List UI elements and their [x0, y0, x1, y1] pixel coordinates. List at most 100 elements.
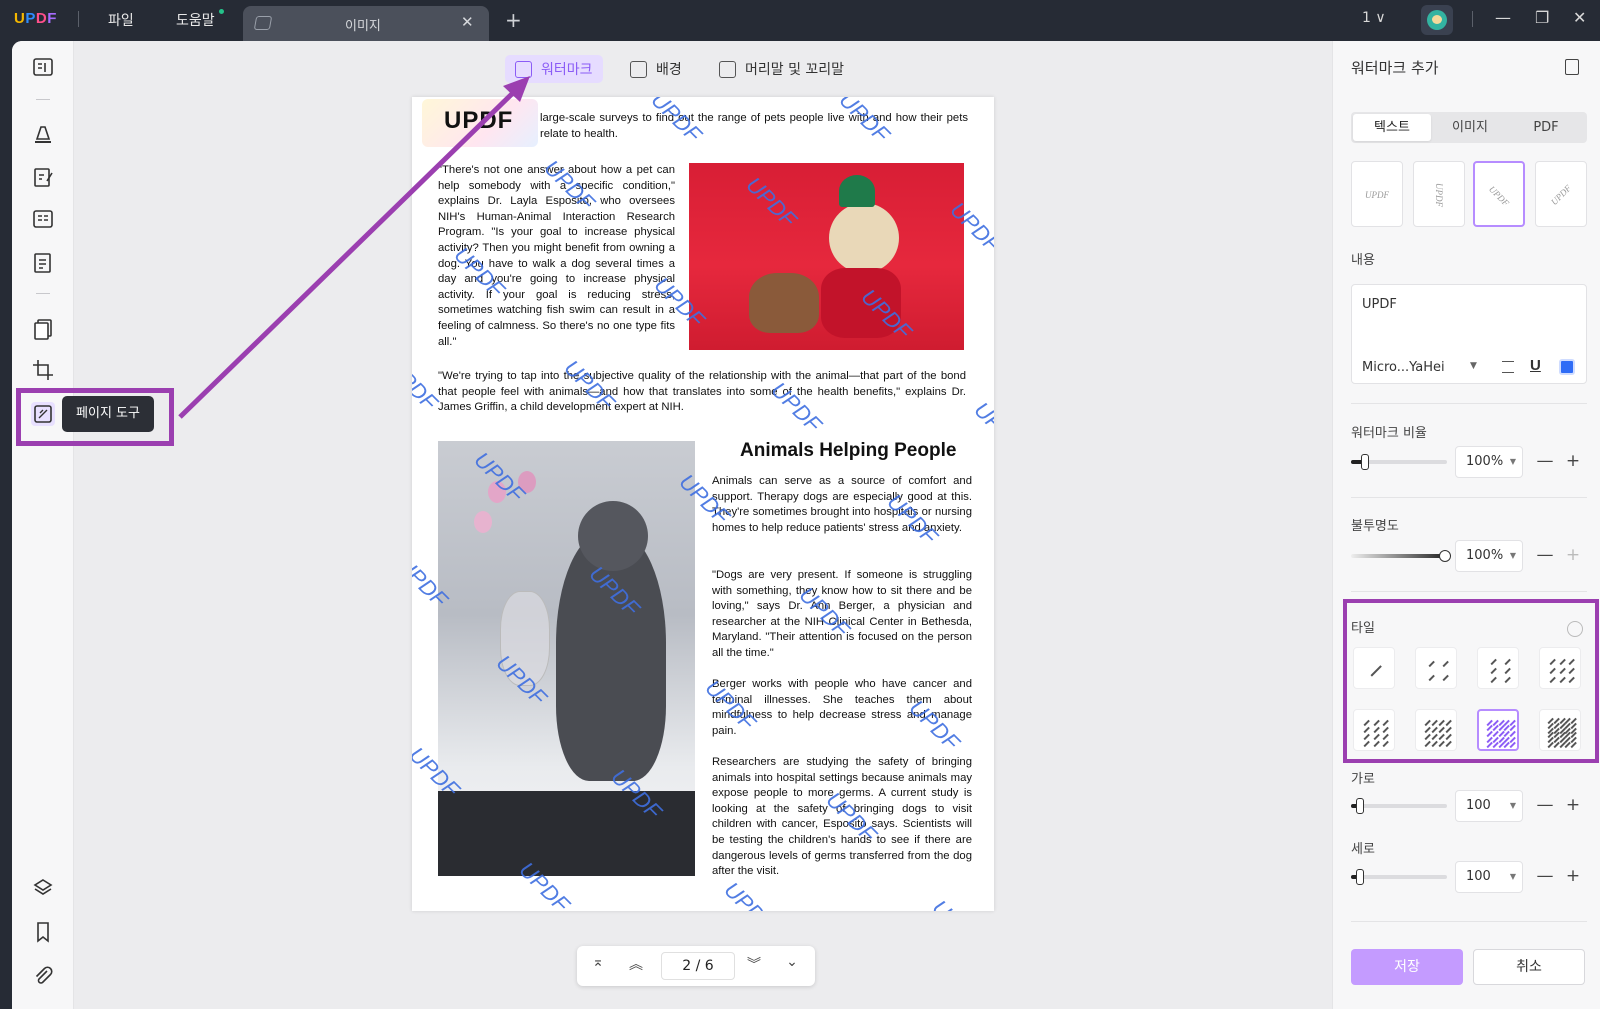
export-icon[interactable] — [1565, 59, 1579, 75]
horizontal-slider[interactable] — [1351, 798, 1447, 814]
slider-knob[interactable] — [1355, 798, 1364, 814]
ratio-label: 워터마크 비율 — [1351, 426, 1427, 441]
menu-help[interactable]: 도움말 — [176, 10, 215, 30]
tab-image[interactable]: 이미지 — [1431, 114, 1509, 141]
opacity-slider[interactable] — [1351, 550, 1451, 562]
header-footer-icon — [719, 60, 736, 78]
align-icon[interactable] — [1502, 361, 1514, 373]
tile-mark — [1558, 667, 1566, 674]
underline-icon[interactable]: U — [1530, 357, 1541, 374]
crop-icon[interactable] — [31, 358, 55, 382]
tile-mark — [1438, 719, 1445, 726]
tab-pdf[interactable]: PDF — [1507, 114, 1585, 141]
tile-mark — [1503, 658, 1511, 665]
comment-icon[interactable] — [31, 121, 55, 145]
organize-pages-icon[interactable] — [31, 317, 55, 341]
tile-option[interactable] — [1415, 709, 1457, 751]
tile-mark — [1382, 733, 1389, 740]
new-tab-button[interactable]: + — [505, 8, 522, 32]
close-icon[interactable]: ✕ — [1573, 8, 1586, 27]
minimize-icon[interactable]: — — [1495, 8, 1511, 27]
tile-mark — [1445, 740, 1452, 747]
tab-watermark[interactable]: 워터마크 — [505, 55, 603, 83]
reader-icon[interactable] — [31, 55, 55, 79]
color-picker[interactable] — [1559, 359, 1575, 375]
tile-mark — [1489, 667, 1497, 674]
tab-text[interactable]: 텍스트 — [1353, 114, 1431, 141]
watermark-toolbar: 워터마크 배경 머리말 및 꼬리말 — [74, 53, 1332, 85]
document-tab[interactable]: 이미지 ✕ — [243, 6, 489, 42]
slider-knob[interactable] — [1355, 869, 1364, 885]
restore-icon[interactable]: ❐ — [1535, 8, 1549, 27]
horizontal-minus-button[interactable]: — — [1531, 790, 1559, 822]
ratio-minus-button[interactable]: — — [1531, 446, 1559, 478]
tile-option[interactable] — [1539, 709, 1581, 751]
tile-option[interactable] — [1539, 647, 1581, 689]
content-input[interactable]: UPDF Micro...YaHei ▼ U — [1351, 284, 1587, 384]
cancel-button[interactable]: 취소 — [1473, 949, 1585, 985]
horizontal-plus-button[interactable]: + — [1559, 790, 1587, 822]
font-select[interactable]: Micro...YaHei — [1362, 360, 1445, 375]
edit-icon[interactable] — [31, 165, 55, 189]
menu-file[interactable]: 파일 — [108, 10, 134, 30]
vertical-slider[interactable] — [1351, 869, 1447, 885]
bookmark-icon[interactable] — [31, 920, 55, 944]
divider — [1351, 497, 1587, 498]
tile-mark — [1431, 719, 1438, 726]
dog-shape — [829, 203, 899, 273]
attachment-icon[interactable] — [31, 964, 55, 988]
tab-header-footer[interactable]: 머리말 및 꼬리말 — [709, 55, 854, 83]
next-page-button[interactable]: ︾ — [743, 954, 765, 976]
tile-option[interactable] — [1353, 709, 1395, 751]
style-preset[interactable]: UPDF — [1535, 161, 1587, 227]
document-tab-icon — [253, 16, 273, 30]
vertical-minus-button[interactable]: — — [1531, 861, 1559, 893]
page-selector[interactable]: 1 ∨ — [1362, 10, 1386, 26]
tile-mark — [1438, 726, 1445, 733]
flower-shape — [474, 511, 492, 533]
style-preset[interactable]: UPDF — [1413, 161, 1465, 227]
tile-mark — [1438, 733, 1445, 740]
tile-option[interactable] — [1477, 647, 1519, 689]
tile-mark — [1372, 726, 1380, 733]
opacity-input[interactable]: 100% — [1455, 540, 1523, 572]
divider — [1351, 921, 1587, 922]
form-icon[interactable] — [31, 207, 55, 231]
tile-mark — [1431, 733, 1438, 740]
tile-mark — [1370, 665, 1382, 677]
tab-background[interactable]: 배경 — [620, 55, 692, 83]
style-preset-label: UPDF — [1434, 183, 1444, 207]
sign-icon[interactable] — [31, 251, 55, 275]
tile-option[interactable] — [1353, 647, 1395, 689]
style-preset[interactable]: UPDF — [1351, 161, 1403, 227]
style-preset-selected[interactable]: UPDF — [1473, 161, 1525, 227]
slider-knob[interactable] — [1439, 550, 1451, 562]
vertical-input[interactable]: 100 — [1455, 861, 1523, 893]
ratio-plus-button[interactable]: + — [1559, 446, 1587, 478]
opacity-plus-button[interactable]: + — [1559, 540, 1587, 572]
tile-option[interactable] — [1415, 647, 1457, 689]
last-page-button[interactable]: ⌄ — [781, 954, 803, 976]
ratio-input[interactable]: 100% — [1455, 446, 1523, 478]
prev-page-button[interactable]: ︽ — [625, 954, 647, 976]
background-icon — [630, 60, 647, 78]
style-preset-label: UPDF — [1548, 182, 1574, 208]
tile-option-selected[interactable] — [1477, 709, 1519, 751]
chevron-down-icon[interactable]: ▼ — [1470, 361, 1477, 371]
section-heading: Animals Helping People — [740, 440, 957, 461]
vertical-plus-button[interactable]: + — [1559, 861, 1587, 893]
ratio-slider[interactable] — [1351, 454, 1447, 470]
layers-icon[interactable] — [31, 876, 55, 900]
save-button[interactable]: 저장 — [1351, 949, 1463, 985]
slider-knob[interactable] — [1360, 454, 1369, 470]
reset-icon[interactable] — [1567, 621, 1583, 637]
page-number-input[interactable]: 2 / 6 — [661, 952, 735, 980]
avatar[interactable] — [1421, 5, 1453, 35]
horizontal-input[interactable]: 100 — [1455, 790, 1523, 822]
tile-mark — [1427, 660, 1435, 667]
first-page-button[interactable]: ⌅ — [587, 954, 609, 976]
paragraph: Researchers are studying the safety of b… — [712, 756, 972, 878]
tile-mark — [1438, 740, 1445, 747]
opacity-minus-button[interactable]: — — [1531, 540, 1559, 572]
tab-close-icon[interactable]: ✕ — [461, 13, 474, 31]
